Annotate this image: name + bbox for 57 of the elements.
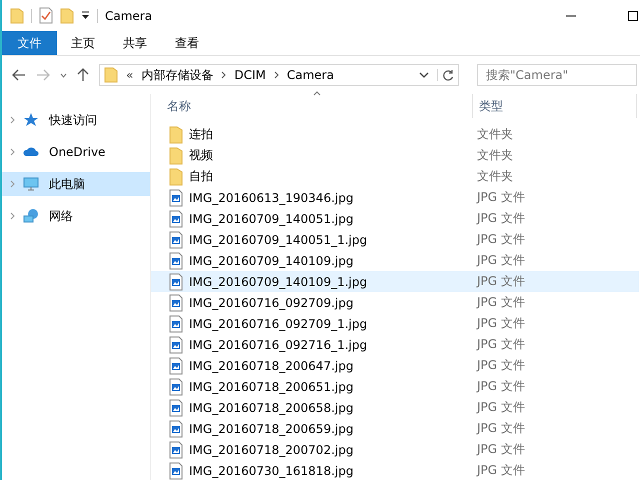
- chevron-icon: [221, 71, 226, 79]
- file-row[interactable]: IMG_20160716_092716_1.jpg JPG 文件: [151, 334, 639, 355]
- path-segment[interactable]: 内部存储设备: [141, 66, 214, 84]
- forward-icon[interactable]: [36, 69, 50, 81]
- ribbon-tab[interactable]: 文件: [2, 31, 57, 55]
- file-row[interactable]: IMG_20160718_200658.jpg JPG 文件: [151, 397, 639, 418]
- recent-dropdown-icon[interactable]: [60, 72, 67, 78]
- window-title: Camera: [105, 8, 152, 22]
- file-row[interactable]: IMG_20160709_140109_1.jpg JPG 文件: [151, 271, 639, 292]
- network-icon: [23, 208, 39, 224]
- expand-chevron-icon[interactable]: [10, 148, 15, 156]
- ribbon-tab[interactable]: 主页: [57, 31, 109, 55]
- maximize-icon[interactable]: [628, 10, 638, 20]
- expand-chevron-icon[interactable]: [10, 180, 15, 188]
- up-icon[interactable]: [77, 68, 89, 82]
- chevron-icon: [274, 71, 279, 79]
- back-icon[interactable]: [12, 69, 26, 81]
- file-row[interactable]: IMG_20160716_092709_1.jpg JPG 文件: [151, 313, 639, 334]
- folder-icon: [104, 67, 118, 83]
- expand-chevron-icon[interactable]: [10, 116, 15, 124]
- file-row[interactable]: IMG_20160709_140109.jpg JPG 文件: [151, 250, 639, 271]
- file-row[interactable]: 连拍 文件夹: [151, 124, 639, 145]
- expand-chevron-icon[interactable]: [10, 212, 15, 220]
- file-row[interactable]: 自拍 文件夹: [151, 166, 639, 187]
- dropdown-icon: [419, 72, 429, 78]
- new-folder-icon[interactable]: [60, 8, 74, 24]
- path-segment[interactable]: Camera: [286, 68, 334, 82]
- computer-icon: [23, 176, 39, 192]
- refresh-icon: [437, 69, 454, 81]
- address-bar[interactable]: « 内部存储设备 DCIM Camera: [99, 64, 459, 86]
- file-row[interactable]: IMG_20160718_200651.jpg JPG 文件: [151, 376, 639, 397]
- star-icon: [23, 112, 39, 128]
- file-row[interactable]: IMG_20160718_200647.jpg JPG 文件: [151, 355, 639, 376]
- file-row[interactable]: IMG_20160709_140051.jpg JPG 文件: [151, 208, 639, 229]
- minimize-icon[interactable]: [566, 14, 576, 16]
- ribbon-tab[interactable]: 共享: [109, 31, 161, 55]
- sort-caret-icon: [313, 91, 321, 96]
- file-row[interactable]: IMG_20160709_140051_1.jpg JPG 文件: [151, 229, 639, 250]
- file-row[interactable]: IMG_20160718_200702.jpg JPG 文件: [151, 439, 639, 460]
- search-field[interactable]: 搜索"Camera": [477, 64, 637, 86]
- sidebar-item[interactable]: 此电脑: [2, 172, 150, 196]
- path-overflow[interactable]: «: [126, 68, 134, 82]
- file-row[interactable]: IMG_20160716_092709.jpg JPG 文件: [151, 292, 639, 313]
- file-row[interactable]: IMG_20160730_161818.jpg JPG 文件: [151, 460, 639, 480]
- file-row[interactable]: IMG_20160613_190346.jpg JPG 文件: [151, 187, 639, 208]
- ribbon-tab[interactable]: 查看: [161, 31, 213, 55]
- column-header[interactable]: 类型: [473, 94, 637, 118]
- dropdown-icon[interactable]: [81, 11, 90, 20]
- sidebar-item[interactable]: 快速访问: [2, 108, 150, 132]
- file-row[interactable]: 视频 文件夹: [151, 145, 639, 166]
- file-row[interactable]: IMG_20160718_200659.jpg JPG 文件: [151, 418, 639, 439]
- sidebar-item[interactable]: 网络: [2, 204, 150, 228]
- sidebar-item[interactable]: OneDrive: [2, 140, 150, 164]
- path-segment[interactable]: DCIM: [234, 68, 266, 82]
- folder-icon[interactable]: [10, 8, 24, 24]
- properties-icon[interactable]: [39, 7, 53, 24]
- column-header[interactable]: 名称: [151, 94, 473, 118]
